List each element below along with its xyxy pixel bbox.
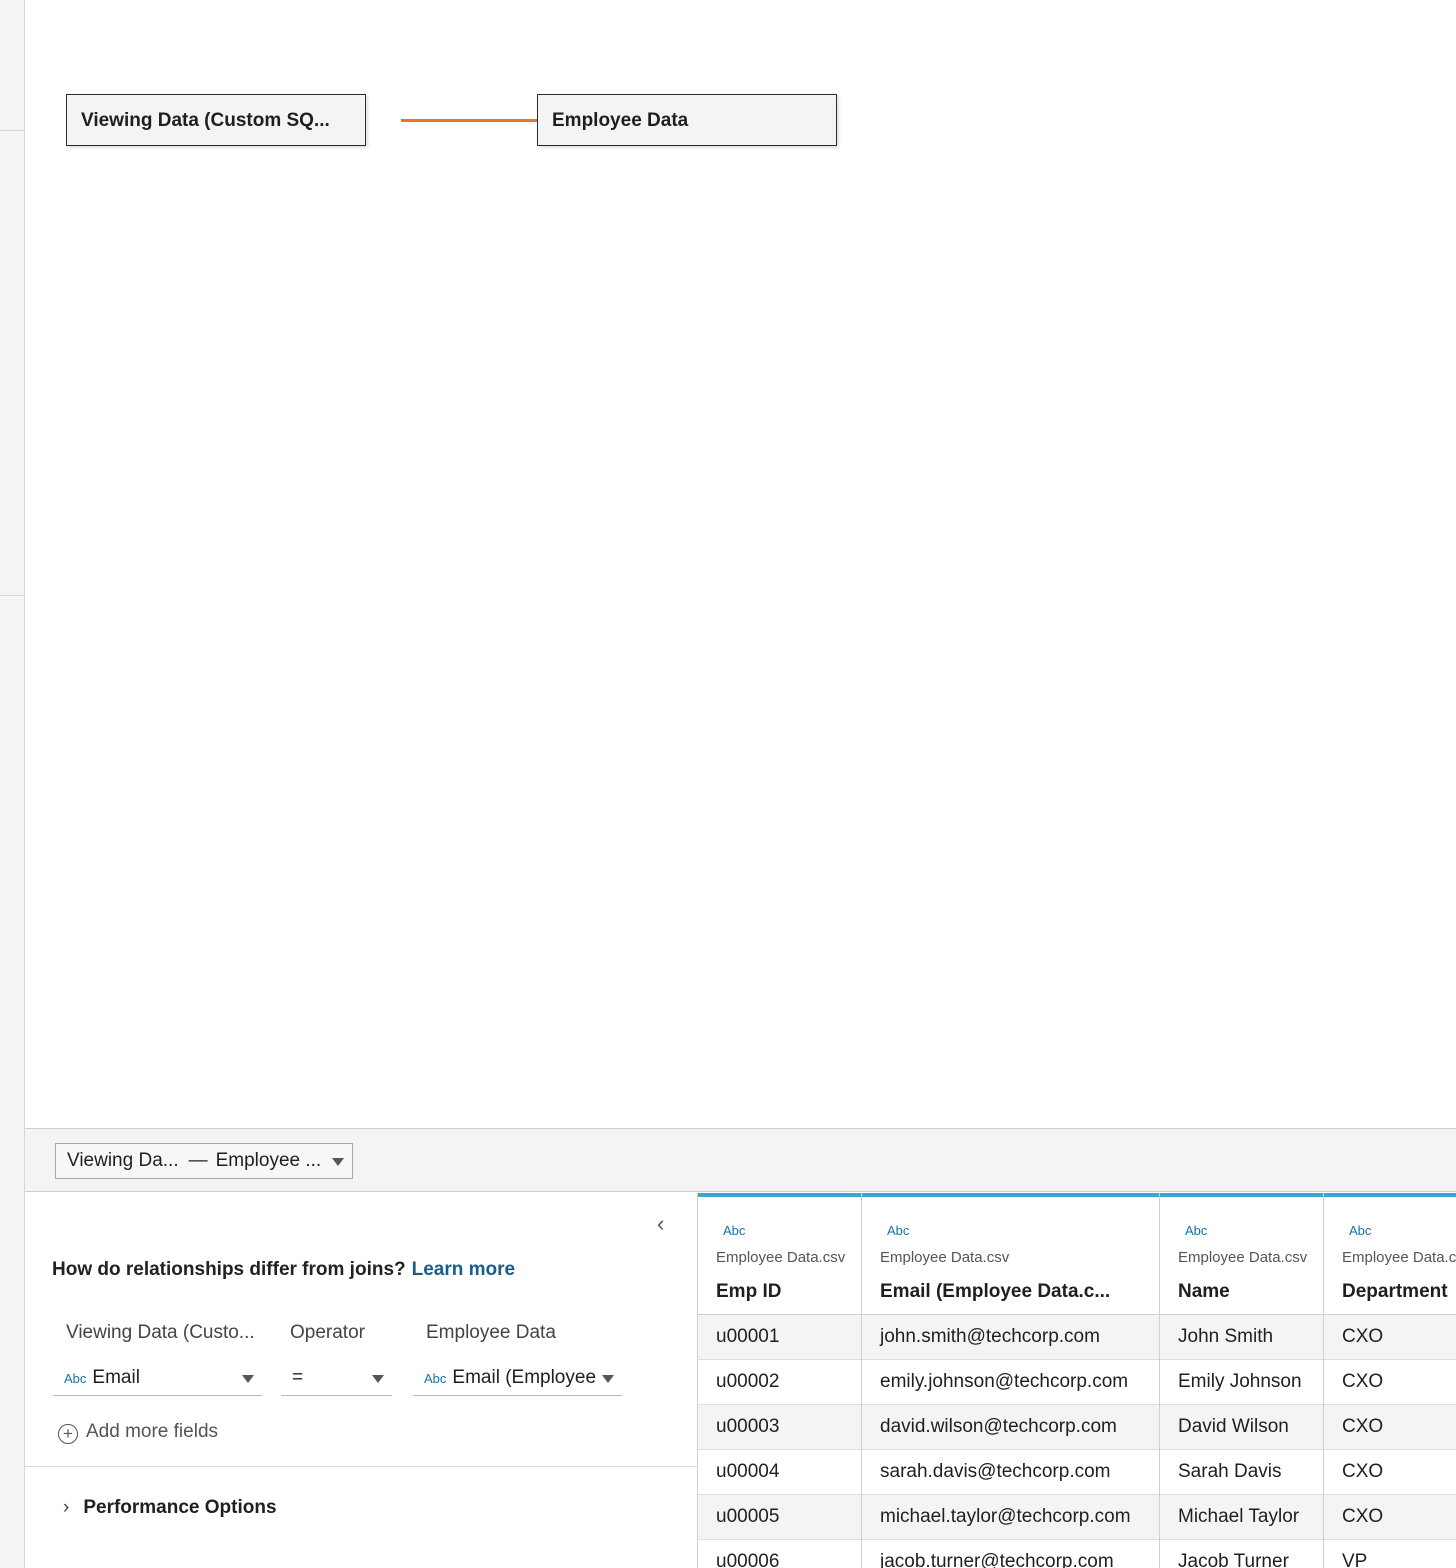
help-question: How do relationships differ from joins? <box>52 1259 406 1280</box>
string-type-icon: Abc <box>424 1371 447 1386</box>
chevron-down-icon <box>332 1158 344 1166</box>
grid-cell: Jacob Turner <box>1160 1540 1323 1568</box>
string-type-icon: Abc <box>1349 1223 1372 1238</box>
column-header[interactable]: Abc Employee Data.csv Name <box>1160 1193 1323 1315</box>
relationship-edit-panel: ‹ How do relationships differ from joins… <box>25 1193 698 1568</box>
relationship-canvas[interactable]: Viewing Data (Custom SQ... Employee Data <box>25 0 1456 1128</box>
grid-cell: u00001 <box>698 1315 861 1360</box>
learn-more-link[interactable]: Learn more <box>412 1259 515 1280</box>
column-name: Department <box>1342 1281 1448 1302</box>
relationship-right-label: Employee ... <box>215 1150 322 1171</box>
left-rail <box>0 0 25 1568</box>
string-type-icon: Abc <box>723 1223 746 1238</box>
string-type-icon: Abc <box>887 1223 910 1238</box>
grid-cell: u00006 <box>698 1540 861 1568</box>
data-grid: Abc Employee Data.csv Emp ID u00001 u000… <box>698 1193 1456 1568</box>
grid-cell: VP <box>1324 1540 1456 1568</box>
grid-cell: David Wilson <box>1160 1405 1323 1450</box>
rail-divider <box>0 595 24 596</box>
grid-cell: CXO <box>1324 1315 1456 1360</box>
column-name: Emp ID <box>716 1281 782 1302</box>
plus-circle-icon: + <box>58 1424 78 1444</box>
grid-cell: Sarah Davis <box>1160 1450 1323 1495</box>
column-header[interactable]: Abc Employee Data.csv Email (Employee Da… <box>862 1193 1159 1315</box>
add-more-fields-button[interactable]: + Add more fields <box>58 1421 218 1444</box>
operator-value: = <box>292 1367 304 1388</box>
grid-cell: CXO <box>1324 1360 1456 1405</box>
grid-cell: Emily Johnson <box>1160 1360 1323 1405</box>
grid-column-emp-id: Abc Employee Data.csv Emp ID u00001 u000… <box>698 1193 862 1568</box>
left-table-header: Viewing Data (Custo... <box>66 1322 255 1343</box>
grid-cell: Michael Taylor <box>1160 1495 1323 1540</box>
grid-cell: michael.taylor@techcorp.com <box>862 1495 1159 1540</box>
performance-options-label: Performance Options <box>83 1497 277 1518</box>
grid-cell: CXO <box>1324 1495 1456 1540</box>
grid-cell: CXO <box>1324 1450 1456 1495</box>
relationship-select[interactable]: Viewing Da... — Employee ... <box>55 1143 353 1179</box>
column-source: Employee Data.csv <box>880 1249 1010 1266</box>
relationship-noodle[interactable] <box>401 119 553 122</box>
column-header[interactable]: Abc Employee Data.csv Department <box>1324 1193 1456 1315</box>
grid-cell: John Smith <box>1160 1315 1323 1360</box>
column-source: Employee Data.csv <box>1178 1249 1308 1266</box>
add-more-fields-label: Add more fields <box>86 1421 219 1442</box>
relationship-left-label: Viewing Da... <box>67 1150 179 1171</box>
grid-cell: david.wilson@techcorp.com <box>862 1405 1159 1450</box>
operator-header: Operator <box>290 1322 365 1343</box>
column-source: Employee Data.csv <box>1342 1249 1456 1266</box>
table-node-employee-data[interactable]: Employee Data <box>537 94 837 146</box>
right-table-header: Employee Data <box>426 1322 556 1343</box>
grid-cell: u00005 <box>698 1495 861 1540</box>
relationship-separator: — <box>188 1150 208 1171</box>
column-header[interactable]: Abc Employee Data.csv Emp ID <box>698 1193 861 1315</box>
grid-cell: u00002 <box>698 1360 861 1405</box>
performance-options-toggle[interactable]: › Performance Options <box>63 1497 277 1519</box>
relationship-selector-bar: Viewing Da... — Employee ... <box>25 1128 1456 1192</box>
grid-cell: emily.johnson@techcorp.com <box>862 1360 1159 1405</box>
operator-dropdown[interactable]: = <box>281 1363 392 1396</box>
grid-column-email: Abc Employee Data.csv Email (Employee Da… <box>862 1193 1160 1568</box>
chevron-right-icon: › <box>63 1497 70 1518</box>
grid-column-name: Abc Employee Data.csv Name John Smith Em… <box>1160 1193 1324 1568</box>
grid-cell: sarah.davis@techcorp.com <box>862 1450 1159 1495</box>
chevron-down-icon <box>372 1375 384 1383</box>
grid-cell: jacob.turner@techcorp.com <box>862 1540 1159 1568</box>
left-field-value: Email <box>92 1367 140 1388</box>
table-node-viewing-data[interactable]: Viewing Data (Custom SQ... <box>66 94 366 146</box>
left-field-dropdown[interactable]: Abc Email <box>53 1363 262 1396</box>
column-source: Employee Data.csv <box>716 1249 846 1266</box>
right-field-value: Email (Employee <box>452 1367 597 1388</box>
grid-cell: john.smith@techcorp.com <box>862 1315 1159 1360</box>
rail-divider <box>0 130 24 131</box>
panel-divider <box>25 1466 697 1467</box>
grid-cell: u00004 <box>698 1450 861 1495</box>
help-text: How do relationships differ from joins? L… <box>52 1259 515 1281</box>
grid-cell: CXO <box>1324 1405 1456 1450</box>
grid-column-department: Abc Employee Data.csv Department CXO CXO… <box>1324 1193 1456 1568</box>
grid-cell: u00003 <box>698 1405 861 1450</box>
chevron-down-icon <box>242 1375 254 1383</box>
collapse-panel-icon[interactable]: ‹ <box>657 1211 664 1237</box>
column-name: Email (Employee Data.c... <box>880 1281 1111 1302</box>
chevron-down-icon <box>602 1375 614 1383</box>
string-type-icon: Abc <box>1185 1223 1208 1238</box>
string-type-icon: Abc <box>64 1371 87 1386</box>
column-name: Name <box>1178 1281 1230 1302</box>
right-field-dropdown[interactable]: Abc Email (Employee <box>413 1363 622 1396</box>
